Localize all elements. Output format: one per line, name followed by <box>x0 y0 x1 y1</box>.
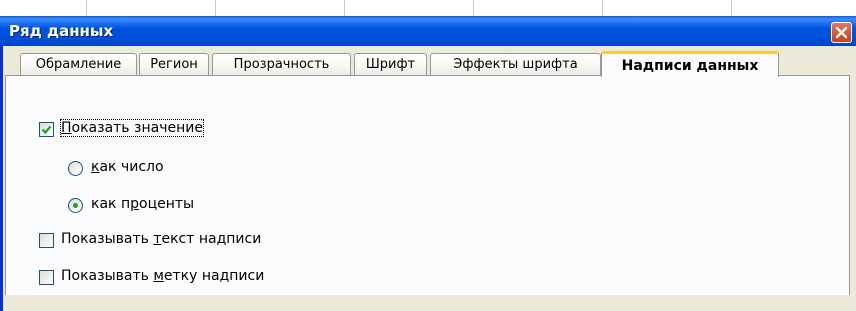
tab-transparency[interactable]: Прозрачность <box>212 53 351 75</box>
show-label-text-label[interactable]: Показывать текст надписи <box>61 231 261 247</box>
grid-line <box>86 0 87 16</box>
show-label-text-checkbox[interactable] <box>39 233 54 248</box>
tab-font[interactable]: Шрифт <box>354 53 427 75</box>
label-text: етку надписи <box>163 268 265 284</box>
label-text: Показывать <box>61 231 154 247</box>
close-icon <box>835 26 848 39</box>
tab-data-labels[interactable]: Надписи данных <box>601 51 779 77</box>
label-text: екст надписи <box>161 231 262 247</box>
grid-line <box>473 0 474 16</box>
mnemonic: П <box>61 120 72 136</box>
label-text: оценты <box>139 196 195 212</box>
label-text: ак число <box>99 159 164 175</box>
tab-area[interactable]: Регион <box>139 53 209 75</box>
check-mark-icon <box>41 125 52 135</box>
grid-line <box>344 0 345 16</box>
tab-label: Обрамление <box>35 57 122 72</box>
label-text: Показывать <box>61 268 154 284</box>
as-percent-label[interactable]: как проценты <box>91 196 194 212</box>
as-percent-radio[interactable] <box>68 198 83 213</box>
mnemonic: м <box>153 268 164 284</box>
show-label-key-checkbox[interactable] <box>39 270 54 285</box>
radio-selected-dot <box>73 203 78 208</box>
tab-label: Надписи данных <box>621 57 759 74</box>
dialog-title: Ряд данных <box>9 22 114 40</box>
grid-line <box>731 0 732 16</box>
label-text: как п <box>91 196 131 212</box>
tab-label: Эффекты шрифта <box>453 57 578 72</box>
show-label-key-label[interactable]: Показывать метку надписи <box>61 268 264 284</box>
tab-label: Шрифт <box>365 57 416 72</box>
show-value-checkbox[interactable] <box>39 122 54 137</box>
grid-line <box>602 0 603 16</box>
close-button[interactable] <box>831 22 852 43</box>
spreadsheet-grid-strip <box>0 0 856 17</box>
tab-font-effects[interactable]: Эффекты шрифта <box>430 53 601 75</box>
tab-label: Регион <box>150 57 198 72</box>
title-bar[interactable]: Ряд данных <box>0 16 856 46</box>
tab-borders[interactable]: Обрамление <box>20 53 137 75</box>
label-text: оказать значение <box>71 120 203 136</box>
tab-panel-data-labels <box>5 75 850 295</box>
show-value-label[interactable]: Показать значение <box>60 119 204 137</box>
as-number-label[interactable]: как число <box>91 159 164 175</box>
mnemonic: р <box>130 196 139 212</box>
grid-line <box>215 0 216 16</box>
tab-label: Прозрачность <box>233 57 330 72</box>
as-number-radio[interactable] <box>68 161 83 176</box>
